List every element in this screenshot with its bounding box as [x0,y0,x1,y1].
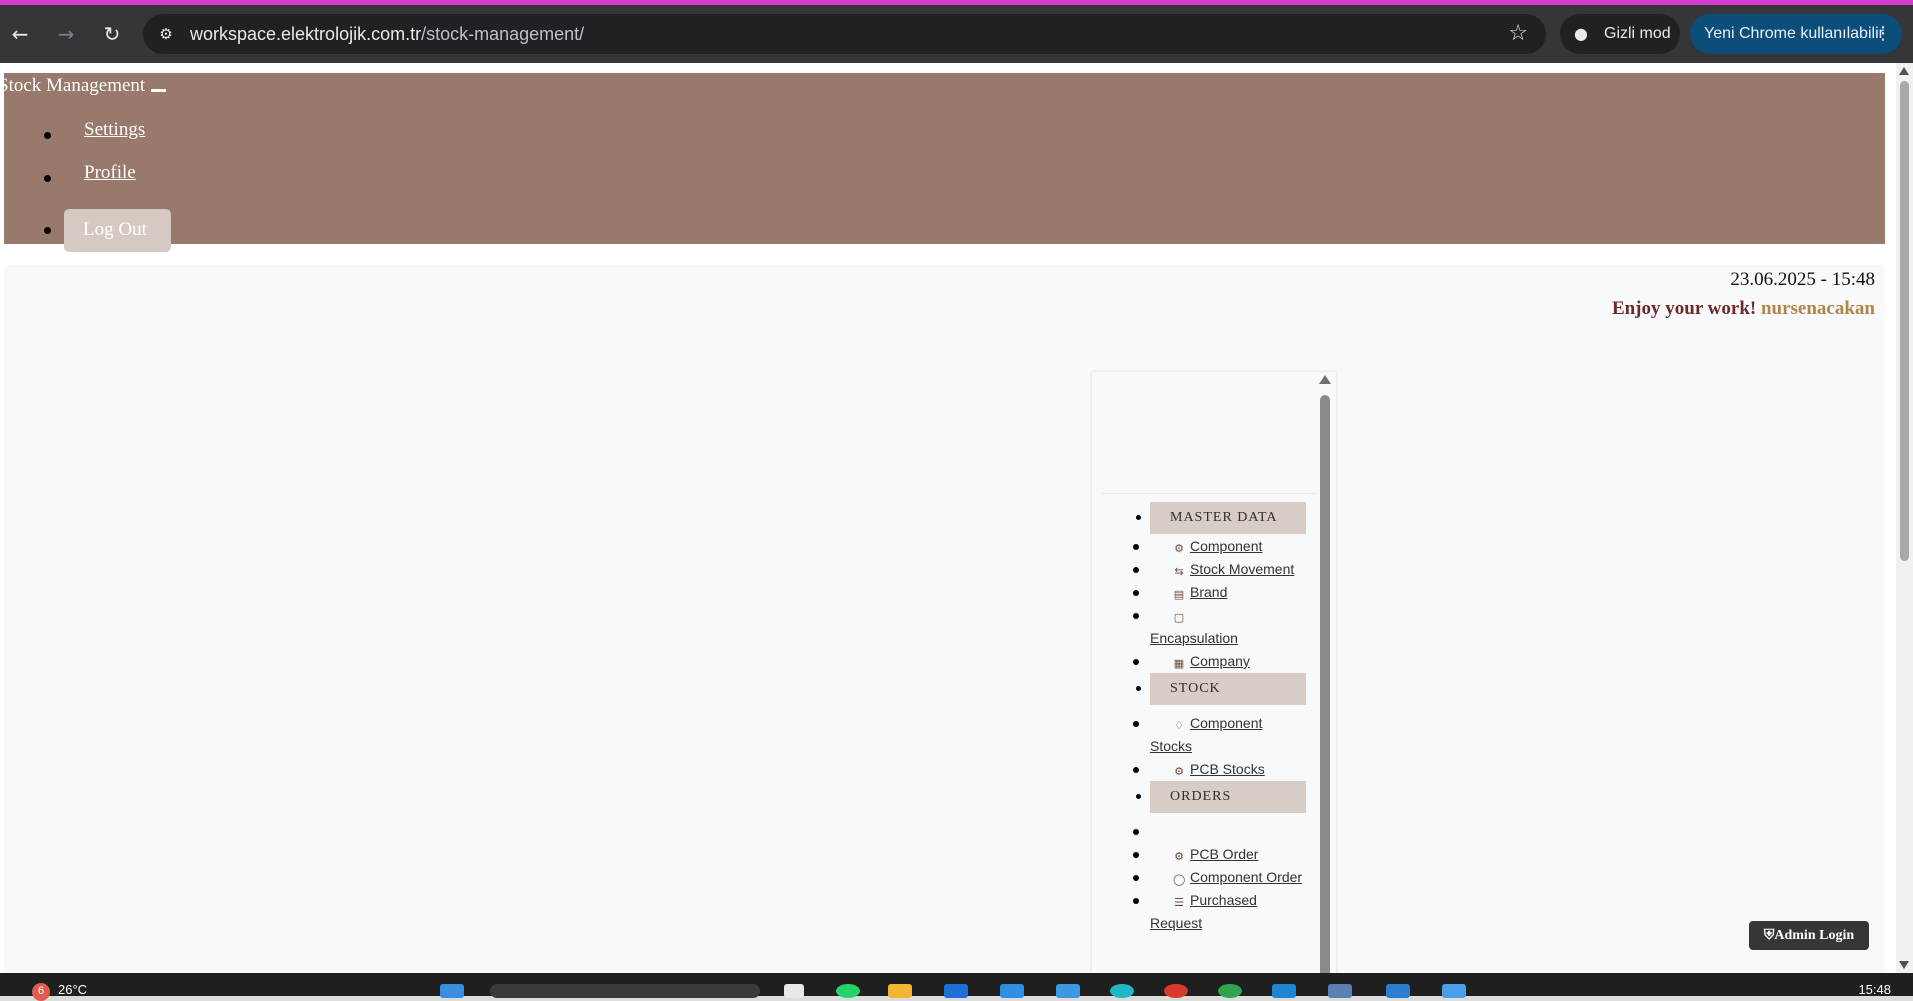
sidebar-link[interactable]: Component Stocks [1150,715,1262,754]
admin-login-button[interactable]: ⛨Admin Login [1749,921,1869,950]
list-bullet [1136,515,1141,520]
section-title: STOCK [1170,681,1221,696]
list-bullet [1133,875,1139,881]
list-bullet [1133,590,1139,596]
site-info-icon[interactable]: ⚙ [155,23,177,45]
swap-arrows-icon: ⇆ [1174,565,1184,578]
taskbar-clock[interactable]: 15:48 [1858,982,1891,997]
sidebar-link[interactable]: Component Order [1190,869,1302,885]
sidebar-item-encapsulation[interactable]: ▢ Encapsulation [1133,604,1306,650]
sidebar-item-component-order[interactable]: ◯ Component Order [1133,866,1306,889]
sidebar-menu: MASTER DATA ⚙ Component ⇆ Stock Movement ▤… [1133,502,1306,935]
more-menu-icon[interactable]: ⋮ [1874,14,1892,54]
sidebar-item-company[interactable]: ▦ Company [1133,650,1306,673]
sidebar-item-brand[interactable]: ▤ Brand [1133,581,1306,604]
section-title: ORDERS [1170,789,1232,804]
list-icon: ☰ [1174,896,1184,909]
brand-label: Stock Management [0,75,146,96]
current-datetime: 23.06.2025 - 15:48 [1730,269,1875,290]
list-bullet [1133,613,1139,619]
sidebar-link[interactable]: PCB Stocks [1190,761,1265,777]
sidebar-scroll-thumb[interactable] [1320,395,1330,992]
list-bullet [1133,659,1139,665]
boxes-icon: ♢ [1174,719,1184,732]
logout-button[interactable]: Log Out [64,209,171,252]
sidebar-scrollbar[interactable] [1318,375,1332,992]
page-viewport: Stock Management Settings Profile Log Ou… [0,63,1896,973]
sidebar-item-pcb-order[interactable]: ⚙ PCB Order [1133,843,1306,866]
address-bar[interactable]: ⚙ workspace.elektrolojik.com.tr/stock-ma… [143,14,1546,54]
incognito-button[interactable]: ● Gizli mod [1560,14,1680,54]
bookmark-star-icon[interactable]: ☆ [1508,21,1528,46]
welcome-text: Enjoy your work! [1611,298,1757,319]
sidebar-link[interactable]: Company [1190,653,1250,669]
incognito-label: Gizli mod [1604,25,1671,42]
nav-toggle-icon[interactable] [151,89,167,93]
sidebar-divider [1102,493,1317,494]
list-bullet [1133,767,1139,773]
chip-icon: ⚙ [1174,850,1184,863]
section-orders: ORDERS [1136,781,1306,813]
scroll-down-icon[interactable] [1899,961,1909,969]
package-icon: ▢ [1173,611,1185,624]
settings-link[interactable]: Settings [84,119,145,141]
url-text[interactable]: workspace.elektrolojik.com.tr/stock-mana… [190,24,584,45]
brand-title[interactable]: Stock Management [0,75,167,97]
section-stock: STOCK [1136,673,1306,705]
sidebar-link[interactable]: PCB Order [1190,846,1258,862]
cog-icon: ◯ [1173,873,1186,886]
shield-icon: ⛨ [1763,928,1775,943]
section-title: MASTER DATA [1170,510,1278,525]
chip-icon: ⚙ [1174,765,1184,778]
page-scroll-thumb[interactable] [1900,81,1909,561]
sidebar-link[interactable]: Stock Movement [1190,561,1294,577]
sidebar-item-component[interactable]: ⚙ Component [1133,535,1306,558]
sidebar-item-empty [1133,820,1306,843]
taskbar: 6 26°C 15:48 [0,973,1913,1001]
admin-login-label: Admin Login [1774,928,1855,943]
sidebar-item-stock-movement[interactable]: ⇆ Stock Movement [1133,558,1306,581]
sidebar-item-pcb-stocks[interactable]: ⚙ PCB Stocks [1133,758,1306,781]
sidebar-item-component-stocks[interactable]: ♢ Component Stocks [1133,712,1306,758]
weather-badge[interactable]: 6 [32,983,50,1001]
sidebar-link[interactable]: Component [1190,538,1262,554]
list-bullet [1133,852,1139,858]
scroll-up-icon[interactable] [1899,67,1909,75]
gear-icon: ⚙ [1174,542,1184,555]
reload-icon[interactable]: ↻ [96,18,128,50]
list-bullet [44,132,51,139]
sidebar-link[interactable]: Encapsulation [1150,630,1238,646]
back-icon[interactable]: ← [4,18,36,50]
sidebar-link[interactable]: Purchased Request [1150,892,1257,931]
scroll-up-icon[interactable] [1319,375,1331,384]
main-content: 23.06.2025 - 15:48 Enjoy your work! nurs… [4,265,1885,973]
list-bullet [1133,544,1139,550]
archive-box-icon: ▤ [1173,588,1185,601]
sidebar-item-purchased-request[interactable]: ☰ Purchased Request [1133,889,1306,935]
weather-temperature[interactable]: 26°C [58,982,87,997]
navbar: Stock Management Settings Profile Log Ou… [0,73,1885,252]
list-bullet [1136,794,1141,799]
list-bullet [44,227,51,234]
incognito-icon: ● [1574,24,1588,43]
chrome-update-label: Yeni Chrome kullanılabilir [1704,25,1884,42]
section-master-data: MASTER DATA [1136,502,1306,534]
page-scrollbar[interactable] [1896,63,1913,973]
sidebar-link[interactable]: Brand [1190,584,1227,600]
forward-icon[interactable]: → [50,18,82,50]
sidebar-panel: MASTER DATA ⚙ Component ⇆ Stock Movement ▤… [1092,372,1336,992]
list-bullet [1133,898,1139,904]
profile-link[interactable]: Profile [84,162,136,184]
username: nursenacakan [1760,298,1875,319]
list-bullet [1133,567,1139,573]
list-bullet [44,175,51,182]
chrome-update-button[interactable]: Yeni Chrome kullanılabilir ⋮ [1690,14,1902,54]
browser-toolbar: ← → ↻ ⚙ workspace.elektrolojik.com.tr/st… [0,5,1913,63]
list-bullet [1136,686,1141,691]
welcome-message: Enjoy your work! nursenacakan [1612,298,1875,320]
list-bullet [1133,829,1139,835]
logout-label: Log Out [83,219,147,240]
list-bullet [1133,721,1139,727]
building-icon: ▦ [1173,657,1185,670]
